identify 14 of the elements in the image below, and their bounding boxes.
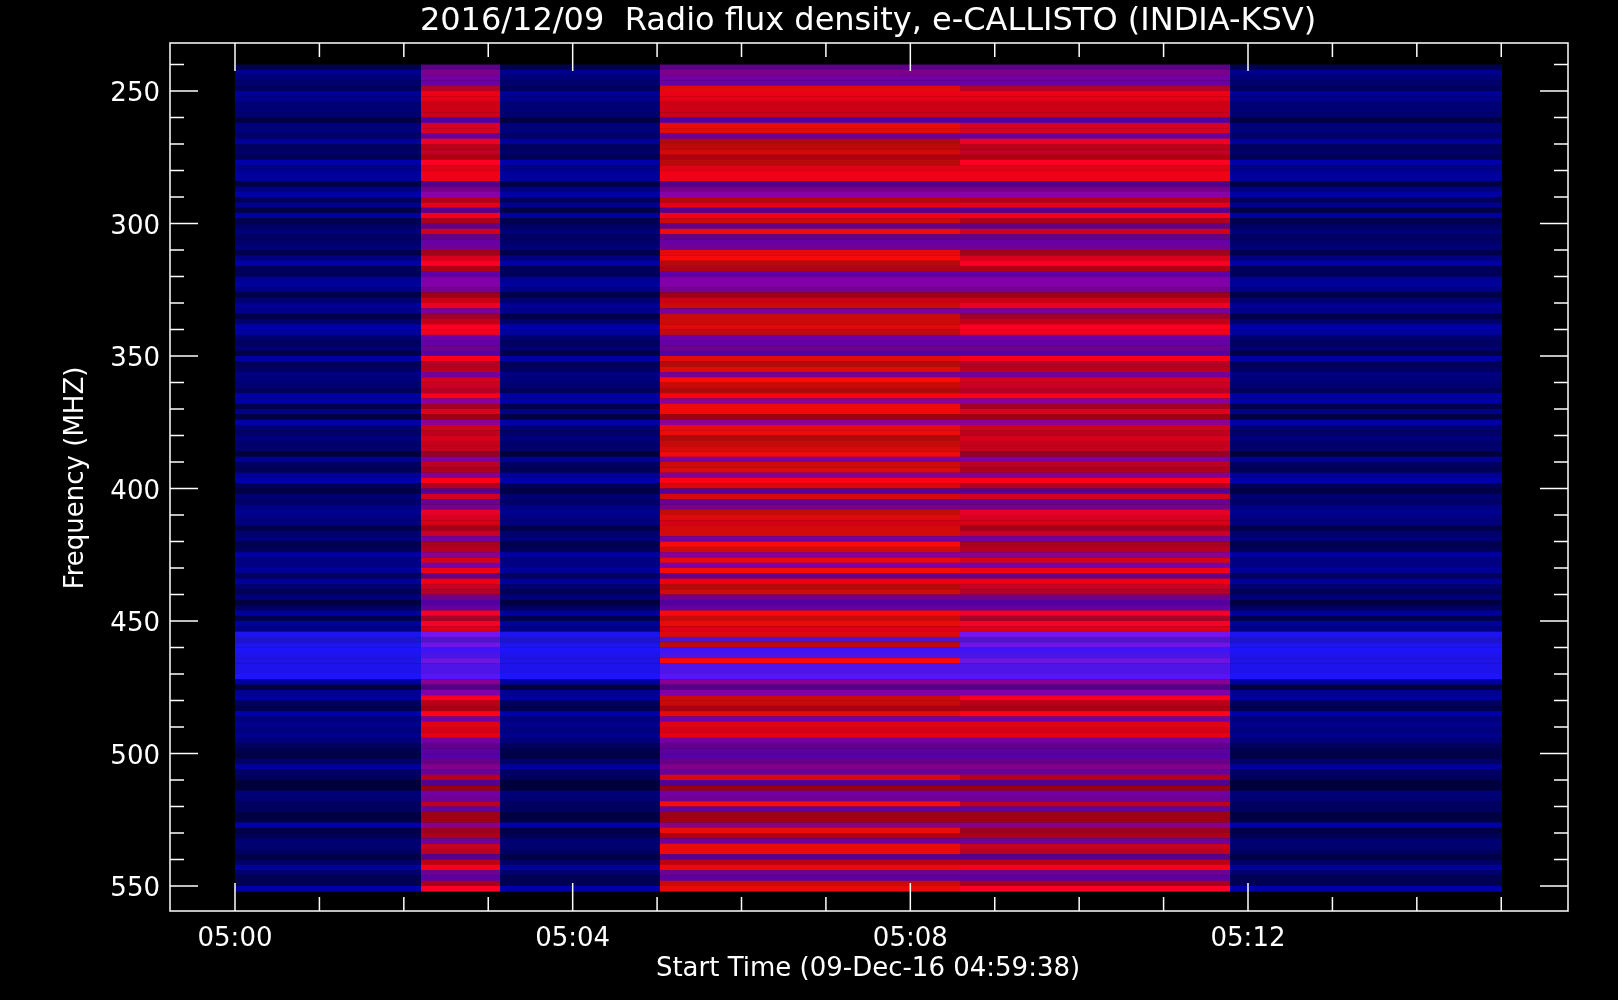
x-tick-label: 05:00 (197, 922, 273, 952)
x-axis-title: Start Time (09-Dec-16 04:59:38) (655, 952, 1081, 982)
y-tick-label: 550 (110, 872, 160, 902)
chart-title: 2016/12/09 Radio flux density, e-CALLISTO (INDIA-KSV) (419, 0, 1317, 38)
x-tick-label: 05:12 (1210, 922, 1286, 952)
y-axis-title: Frequency (MHZ) (59, 366, 89, 590)
x-tick-label: 05:08 (872, 922, 948, 952)
y-tick-label: 300 (110, 209, 160, 240)
y-tick-label: 400 (110, 474, 160, 505)
x-tick-label: 05:04 (535, 922, 611, 952)
y-tick-label: 500 (110, 739, 160, 770)
y-tick-label: 250 (110, 77, 160, 107)
y-tick-label: 350 (110, 342, 160, 372)
y-tick-label: 450 (110, 607, 160, 637)
